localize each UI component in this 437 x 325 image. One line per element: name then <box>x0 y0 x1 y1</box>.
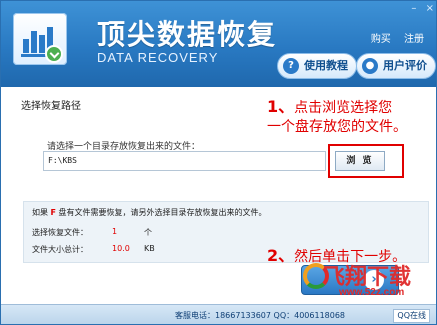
logo-bar <box>31 31 37 53</box>
watermark-url: www.52z.com <box>339 287 405 298</box>
selected-files-unit: 个 <box>144 228 152 237</box>
window-controls: – × <box>405 3 434 14</box>
user-review-button-label: 用户评价 <box>383 59 427 72</box>
logo-bar <box>23 39 29 53</box>
minimize-icon[interactable]: – <box>411 3 416 14</box>
selected-files-count: 1 <box>112 227 118 236</box>
total-size-value: 10.0 <box>112 244 130 253</box>
main-panel: 选择恢复路径 1、点击浏览选择您 一个盘存放您的文件。 请选择一个目录存放恢复出… <box>1 87 436 305</box>
recover-arrow-icon <box>45 45 63 63</box>
browse-button[interactable]: 浏 览 <box>335 151 385 171</box>
drive-warning-suffix: 盘有文件需要恢复，请另外选择目录存放恢复出来的文件。 <box>56 208 267 217</box>
app-logo-icon <box>13 13 67 65</box>
total-size-row: 文件大小总计： 10.0 KB <box>32 244 155 255</box>
footer: 客服电话：18667133607 QQ：4006118068 QQ在线 <box>1 304 436 324</box>
annotation-step-1: 1、点击浏览选择您 一个盘存放您的文件。 <box>267 97 407 135</box>
annotation-1-line2: 一个盘存放您的文件。 <box>267 119 407 135</box>
user-icon: ● <box>362 58 378 74</box>
user-review-button[interactable]: ● 用户评价 <box>356 53 436 79</box>
logo-bar <box>39 35 45 53</box>
tutorial-button-label: 使用教程 <box>304 59 348 72</box>
annotation-1-number: 1、 <box>267 97 295 116</box>
app-title: 顶尖数据恢复 <box>97 18 278 51</box>
drive-warning: 如果 F 盘有文件需要恢复，请另外选择目录存放恢复出来的文件。 <box>32 207 267 218</box>
step-title: 选择恢复路径 <box>21 101 81 112</box>
total-size-unit: KB <box>144 244 155 253</box>
recovery-path-input[interactable]: F:\KBS <box>43 151 326 171</box>
buy-link[interactable]: 购买 <box>371 34 391 45</box>
header: 顶尖数据恢复 DATA RECOVERY 购买 注册 – × ? 使用教程 ● … <box>1 1 436 87</box>
annotation-1-line1: 点击浏览选择您 <box>294 100 393 116</box>
help-icon: ? <box>283 58 299 74</box>
app-subtitle: DATA RECOVERY <box>97 50 219 65</box>
app-window: 顶尖数据恢复 DATA RECOVERY 购买 注册 – × ? 使用教程 ● … <box>0 0 437 325</box>
register-link[interactable]: 注册 <box>404 34 424 45</box>
drive-warning-prefix: 如果 <box>32 208 51 217</box>
top-nav: 购买 注册 <box>361 30 424 45</box>
qq-online-button[interactable]: QQ在线 <box>393 309 430 323</box>
annotation-2-number: 2、 <box>267 246 295 265</box>
watermark-logo: 飞翔下载 www.52z.com <box>301 255 436 305</box>
selected-files-row: 选择恢复文件： 1 个 <box>32 227 152 238</box>
total-size-label: 文件大小总计： <box>32 245 88 254</box>
tutorial-button[interactable]: ? 使用教程 <box>277 53 357 79</box>
close-icon[interactable]: × <box>426 3 434 14</box>
support-contact: 客服电话：18667133607 QQ：4006118068 <box>175 311 346 320</box>
selected-files-label: 选择恢复文件： <box>32 228 88 237</box>
